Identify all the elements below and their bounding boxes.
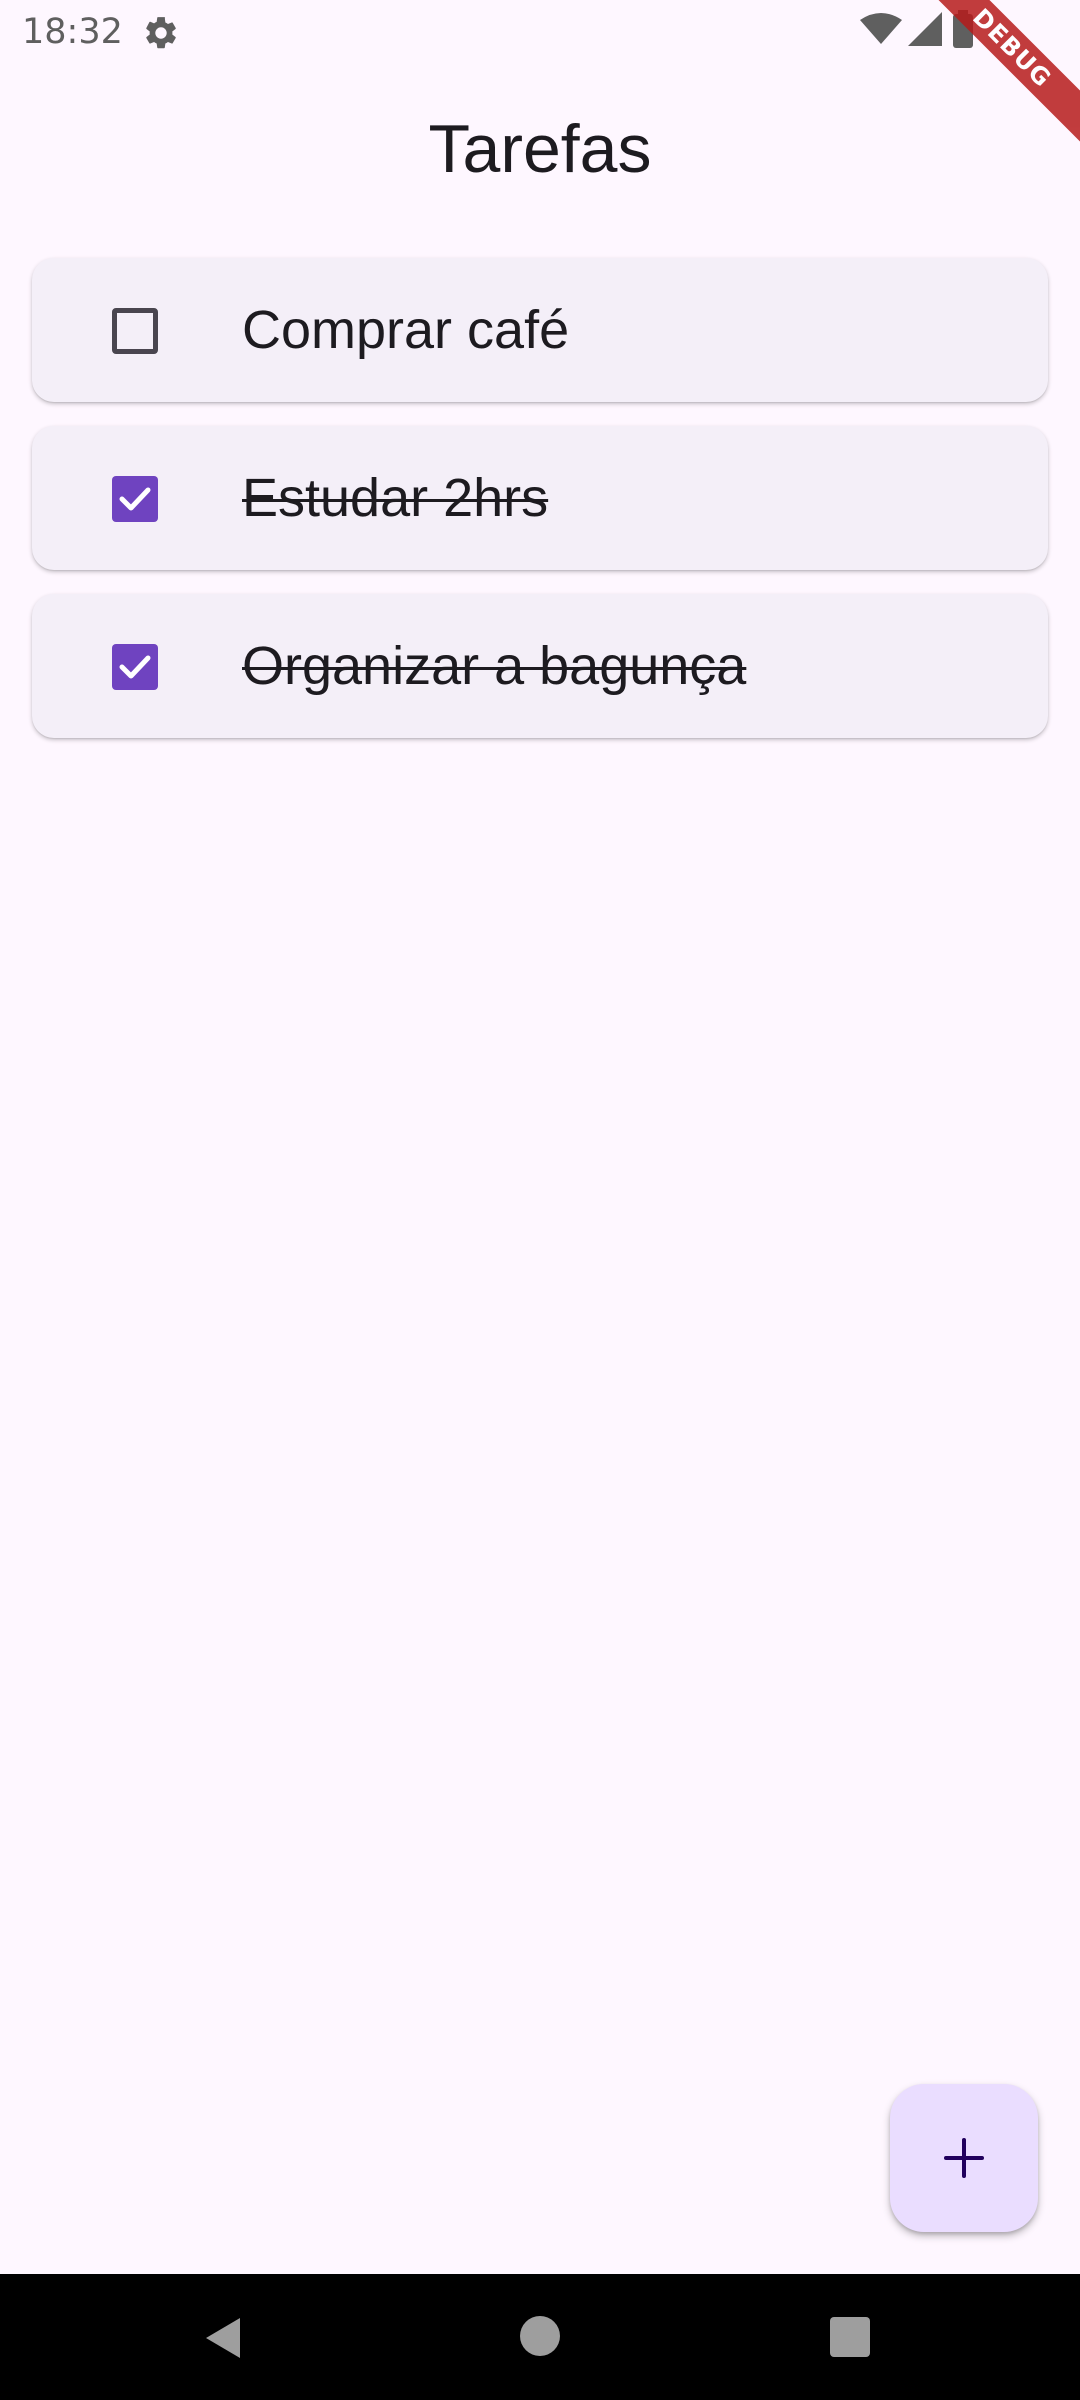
add-task-button[interactable] xyxy=(890,2084,1038,2232)
task-label: Comprar café xyxy=(242,300,570,360)
recents-icon[interactable] xyxy=(830,2317,870,2357)
home-icon[interactable] xyxy=(520,2316,560,2356)
battery-icon xyxy=(952,10,974,48)
page-title: Tarefas xyxy=(428,111,652,187)
gear-icon xyxy=(142,14,180,52)
check-icon xyxy=(119,655,151,679)
status-bar: 18:32 xyxy=(0,0,1080,64)
status-time: 18:32 xyxy=(22,12,123,52)
system-nav-bar xyxy=(0,2274,1080,2400)
task-item[interactable]: Estudar 2hrs xyxy=(32,426,1048,570)
task-checkbox-checked[interactable] xyxy=(112,644,158,690)
wifi-icon xyxy=(860,12,902,46)
task-label: Estudar 2hrs xyxy=(242,468,549,528)
check-icon xyxy=(119,487,151,511)
task-item[interactable]: Comprar café xyxy=(32,258,1048,402)
back-icon[interactable] xyxy=(200,2314,248,2362)
app-screen: 18:32 DEBUG Tarefas Comprar café Estudar… xyxy=(0,0,1080,2400)
task-item[interactable]: Organizar a bagunça xyxy=(32,594,1048,738)
task-list: Comprar café Estudar 2hrs Organizar a ba… xyxy=(32,258,1048,762)
task-checkbox-checked[interactable] xyxy=(112,476,158,522)
status-icons xyxy=(860,0,1080,64)
plus-icon xyxy=(944,2138,984,2178)
signal-icon xyxy=(908,12,942,46)
task-checkbox-unchecked[interactable] xyxy=(112,308,158,354)
task-label: Organizar a bagunça xyxy=(242,636,747,696)
